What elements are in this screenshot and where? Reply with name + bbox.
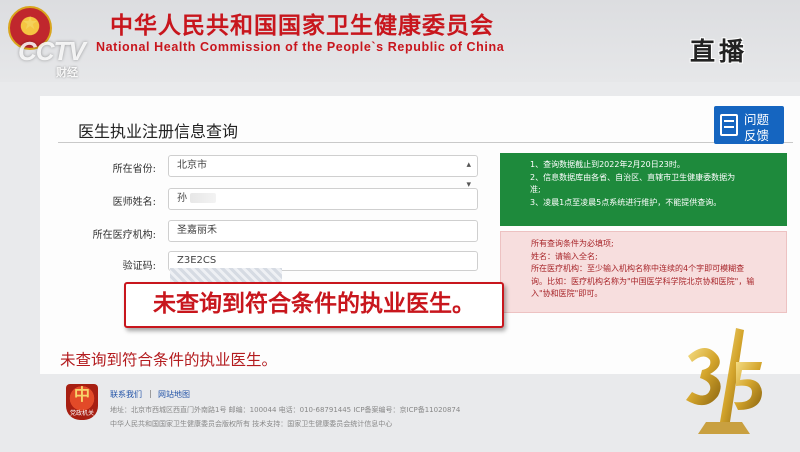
notice-pink-line: 姓名：请输入全名; [531,251,598,261]
trophy-digit [686,348,721,406]
doctor-name-value: 孙 [177,193,187,204]
blur-mask [190,193,216,203]
institution-value: 圣嘉丽禾 [177,225,217,236]
notice-pink-line: 询。比如：医疗机构名称为"中国医学科学院北京协和医院"，输 [531,276,755,286]
notice-pink: 所有查询条件为必填项; 姓名：请输入全名; 所在医疗机构：至少输入机构名称中连续… [500,231,787,313]
org-name-en: National Health Commission of the People… [96,40,505,54]
315-trophy-icon [686,328,762,434]
captcha-value: Z3E2CS [177,255,217,266]
live-label: 直播 [690,37,749,66]
feedback-label-2: 反馈 [744,128,770,143]
footer-copyright: 中华人民共和国国家卫生健康委员会版权所有 技术支持：国家卫生健康委员会统计信息中… [110,420,393,428]
contact-link[interactable]: 联系我们 [110,389,142,400]
notice-pink-line: 所在医疗机构：至少输入机构名称中连续的4个字即可模糊查 [531,264,745,273]
feedback-icon [720,114,738,136]
notice-green-line: 1、查询数据截止到2022年2月20日23时。 [530,160,685,169]
institution-label: 所在医疗机构: [92,230,156,241]
notice-green-line: 准; [530,185,541,194]
doctor-name-input[interactable]: 孙 [168,188,478,210]
notice-green-line: 3、凌晨1点至凌晨5点系统进行维护，不能提供查询。 [530,197,722,207]
name-label: 医师姓名: [112,197,156,208]
trophy-digit [734,362,762,410]
notice-pink-line: 所有查询条件为必填项; [531,239,614,248]
channel-logo: CCTV [18,36,86,66]
star-icon: ★ [22,13,39,34]
trophy-base [698,422,750,434]
sitemap-link[interactable]: 网站地图 [158,389,190,400]
notice-green-line: 2、信息数据库由各省、自治区、直辖市卫生健康委数据为 [530,172,736,182]
title-divider [58,142,793,143]
badge-glyph-icon: 中 [73,385,90,404]
badge-text: 党政机关 [69,410,94,417]
government-badge-icon[interactable]: 中 党政机关 [66,384,98,420]
feedback-button[interactable]: 问题 反馈 [714,106,784,144]
captcha-label: 验证码: [122,261,156,272]
province-value: 北京市 [177,160,207,171]
query-result: 未查询到符合条件的执业医生。 [60,351,278,369]
footer-separator: | [149,389,152,398]
province-label: 所在省份: [112,164,156,175]
footer-address: 地址：北京市西城区西直门外南路1号 邮编：100044 电话：010-68791… [110,406,461,414]
notice-green: 1、查询数据截止到2022年2月20日23时。 2、信息数据库由各省、自治区、直… [500,153,787,226]
channel-sub: 财经 [56,66,78,79]
broadcast-subtitle: 未查询到符合条件的执业医生。 [124,282,504,328]
province-select[interactable]: 北京市 ▴ ▾ [168,155,478,190]
org-name-cn: 中华人民共和国国家卫生健康委员会 [110,12,494,39]
page-title: 医生执业注册信息查询 [78,122,239,141]
institution-input[interactable]: 圣嘉丽禾 [168,220,478,242]
notice-pink-line: 入"协和医院"即可。 [531,289,603,298]
